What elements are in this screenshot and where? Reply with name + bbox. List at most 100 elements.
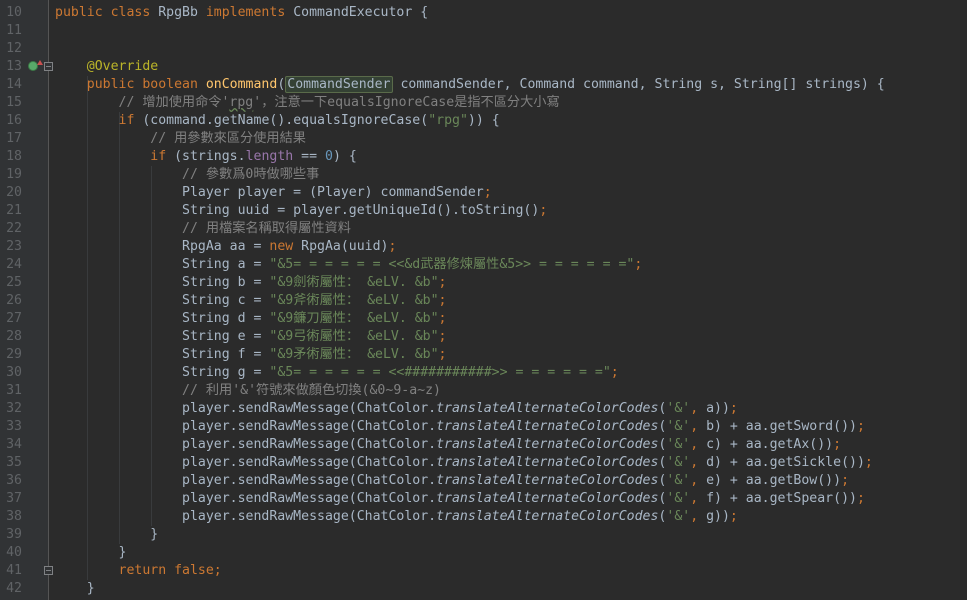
code-text[interactable]: String a = "&5= = = = = = <<&d武器修煉屬性&5>>… xyxy=(55,256,642,274)
line-number: 23 xyxy=(6,239,22,254)
fold-icon[interactable] xyxy=(44,62,53,71)
code-text[interactable]: public boolean onCommand(CommandSender c… xyxy=(55,76,885,94)
code-line[interactable]: 34 player.sendRawMessage(ChatColor.trans… xyxy=(0,436,967,454)
code-line[interactable]: 39 } xyxy=(0,526,967,544)
code-line[interactable]: 27 String d = "&9鐮刀屬性： &eLV. &b"; xyxy=(0,310,967,328)
code-editor[interactable]: 10 public class RpgBb implements CommandE… xyxy=(0,0,967,600)
code-token: , xyxy=(690,491,707,506)
implements-arrow-icon[interactable] xyxy=(37,60,43,65)
line-number: 18 xyxy=(6,149,22,164)
code-text[interactable]: player.sendRawMessage(ChatColor.translat… xyxy=(55,490,865,508)
code-token: (command.getName().equalsIgnoreCase( xyxy=(142,113,429,128)
code-token: if xyxy=(118,113,143,128)
code-line[interactable]: 41 return false; xyxy=(0,562,967,580)
code-line[interactable]: 14 public boolean onCommand(CommandSende… xyxy=(0,76,967,94)
code-token: ; xyxy=(610,365,619,380)
code-line[interactable]: 15 // 增加使用命令'rpg'，注意一下equalsIgnoreCase是指… xyxy=(0,94,967,112)
code-text[interactable]: } xyxy=(55,526,158,544)
code-token: , xyxy=(690,509,707,524)
code-token: "&9矛術屬性： &eLV. &b" xyxy=(269,347,439,362)
code-token: , xyxy=(690,401,707,416)
code-text[interactable]: if (strings.length == 0) { xyxy=(55,148,356,166)
line-number: 10 xyxy=(6,5,22,20)
code-line[interactable]: 29 String f = "&9矛術屬性： &eLV. &b"; xyxy=(0,346,967,364)
code-line[interactable]: 42 } xyxy=(0,580,967,598)
code-text[interactable]: String b = "&9劍術屬性： &eLV. &b"; xyxy=(55,274,446,292)
code-token: translateAlternateColorCodes xyxy=(436,401,659,416)
code-token: player.sendRawMessage(ChatColor. xyxy=(55,401,437,416)
code-line[interactable]: 18 if (strings.length == 0) { xyxy=(0,148,967,166)
code-line[interactable]: 37 player.sendRawMessage(ChatColor.trans… xyxy=(0,490,967,508)
code-text[interactable]: player.sendRawMessage(ChatColor.translat… xyxy=(55,472,849,490)
code-text[interactable]: player.sendRawMessage(ChatColor.translat… xyxy=(55,508,738,526)
code-token: player.sendRawMessage(ChatColor. xyxy=(55,473,437,488)
code-text[interactable]: String g = "&5= = = = = = <<###########>… xyxy=(55,364,619,382)
code-text[interactable]: Player player = (Player) commandSender; xyxy=(55,184,492,202)
code-line[interactable]: 13 @Override xyxy=(0,58,967,76)
code-line[interactable]: 21 String uuid = player.getUniqueId().to… xyxy=(0,202,967,220)
code-text[interactable]: player.sendRawMessage(ChatColor.translat… xyxy=(55,418,865,436)
code-token: '，注意一下equalsIgnoreCase是指不區分大小寫 xyxy=(253,95,560,110)
code-token: ; xyxy=(438,275,447,290)
code-line[interactable]: 24 String a = "&5= = = = = = <<&d武器修煉屬性&… xyxy=(0,256,967,274)
code-line[interactable]: 23 RpgAa aa = new RpgAa(uuid); xyxy=(0,238,967,256)
code-text[interactable]: return false; xyxy=(55,562,222,580)
code-token: translateAlternateColorCodes xyxy=(436,509,659,524)
code-token: return false; xyxy=(118,563,222,578)
code-line[interactable]: 22 // 用檔案名稱取得屬性資料 xyxy=(0,220,967,238)
code-text[interactable]: public class RpgBb implements CommandExe… xyxy=(55,4,428,22)
code-line[interactable]: 20 Player player = (Player) commandSende… xyxy=(0,184,967,202)
line-number: 30 xyxy=(6,365,22,380)
code-line[interactable]: 40 } xyxy=(0,544,967,562)
code-line[interactable]: 36 player.sendRawMessage(ChatColor.trans… xyxy=(0,472,967,490)
code-text[interactable]: if (command.getName().equalsIgnoreCase("… xyxy=(55,112,500,130)
code-text[interactable]: String f = "&9矛術屬性： &eLV. &b"; xyxy=(55,346,446,364)
code-line[interactable]: 10 public class RpgBb implements CommandE… xyxy=(0,4,967,22)
code-token: new xyxy=(269,239,302,254)
code-text[interactable]: player.sendRawMessage(ChatColor.translat… xyxy=(55,454,873,472)
code-text[interactable]: @Override xyxy=(55,58,158,76)
code-text[interactable]: // 參數爲0時做哪些事 xyxy=(55,166,319,184)
code-line[interactable]: 35 player.sendRawMessage(ChatColor.trans… xyxy=(0,454,967,472)
code-token: String g = xyxy=(55,365,270,380)
code-line[interactable]: 38 player.sendRawMessage(ChatColor.trans… xyxy=(0,508,967,526)
code-line[interactable]: 31 // 利用'&'符號來做顏色切換(&0~9-a~z) xyxy=(0,382,967,400)
code-text[interactable]: // 用檔案名稱取得屬性資料 xyxy=(55,220,351,238)
code-line[interactable]: 33 player.sendRawMessage(ChatColor.trans… xyxy=(0,418,967,436)
code-line[interactable]: 30 String g = "&5= = = = = = <<#########… xyxy=(0,364,967,382)
code-line[interactable]: 25 String b = "&9劍術屬性： &eLV. &b"; xyxy=(0,274,967,292)
code-text[interactable]: String uuid = player.getUniqueId().toStr… xyxy=(55,202,547,220)
code-text[interactable]: player.sendRawMessage(ChatColor.translat… xyxy=(55,436,841,454)
code-text[interactable]: String d = "&9鐮刀屬性： &eLV. &b"; xyxy=(55,310,446,328)
code-token: // 利用'&'符號來做顏色切換(&0~9-a~z) xyxy=(182,383,441,398)
code-line[interactable]: 32 player.sendRawMessage(ChatColor.trans… xyxy=(0,400,967,418)
code-token: , xyxy=(690,473,707,488)
code-token: , xyxy=(690,419,707,434)
code-line[interactable]: 12 xyxy=(0,40,967,58)
code-text[interactable]: // 增加使用命令'rpg'，注意一下equalsIgnoreCase是指不區分… xyxy=(55,94,560,112)
code-text[interactable]: // 用參數來區分使用結果 xyxy=(55,130,306,148)
code-text[interactable]: RpgAa aa = new RpgAa(uuid); xyxy=(55,238,396,256)
line-number: 21 xyxy=(6,203,22,218)
code-text[interactable]: } xyxy=(55,580,95,598)
fold-icon[interactable] xyxy=(44,566,53,575)
code-line[interactable]: 11 xyxy=(0,22,967,40)
code-token: if xyxy=(150,149,175,164)
code-line[interactable]: 28 String e = "&9弓術屬性： &eLV. &b"; xyxy=(0,328,967,346)
code-text[interactable]: player.sendRawMessage(ChatColor.translat… xyxy=(55,400,738,418)
code-line[interactable]: 26 String c = "&9斧術屬性： &eLV. &b"; xyxy=(0,292,967,310)
code-text[interactable]: String e = "&9弓術屬性： &eLV. &b"; xyxy=(55,328,446,346)
code-token: RpgBb xyxy=(158,5,206,20)
code-text[interactable]: String c = "&9斧術屬性： &eLV. &b"; xyxy=(55,292,446,310)
code-token: g)) xyxy=(706,509,730,524)
code-line[interactable]: 16 if (command.getName().equalsIgnoreCas… xyxy=(0,112,967,130)
code-token: "&9斧術屬性： &eLV. &b" xyxy=(269,293,439,308)
code-text[interactable]: // 利用'&'符號來做顏色切換(&0~9-a~z) xyxy=(55,382,441,400)
code-line[interactable]: 17 // 用參數來區分使用結果 xyxy=(0,130,967,148)
code-text[interactable]: } xyxy=(55,544,127,562)
code-token: translateAlternateColorCodes xyxy=(436,473,659,488)
code-line[interactable]: 19 // 參數爲0時做哪些事 xyxy=(0,166,967,184)
